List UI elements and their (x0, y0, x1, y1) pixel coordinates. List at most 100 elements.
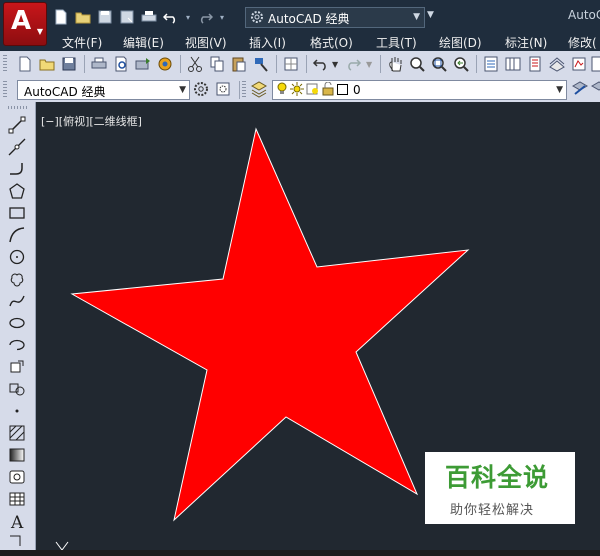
customize-icon[interactable] (214, 80, 232, 98)
plot-icon[interactable] (90, 55, 108, 73)
ellipse-icon[interactable] (8, 314, 26, 332)
polyline-icon[interactable] (8, 160, 26, 178)
menu-edit[interactable]: 编辑(E) (123, 34, 164, 51)
customize-qat-icon[interactable]: ▼ (427, 10, 434, 20)
undo-icon[interactable] (162, 8, 180, 26)
markup-set-icon[interactable] (570, 55, 588, 73)
toolbar-separator (239, 81, 240, 99)
new-file-icon[interactable] (16, 55, 34, 73)
rectangle-icon[interactable] (8, 204, 26, 222)
workspace-name: AutoCAD 经典 (268, 12, 350, 26)
add-selected-icon[interactable] (8, 534, 26, 552)
region-icon[interactable] (8, 468, 26, 486)
redo-icon[interactable] (344, 55, 362, 73)
circle-icon[interactable] (8, 248, 26, 266)
arc-icon[interactable] (8, 226, 26, 244)
standard-toolbar: ▼ ▼ (0, 51, 600, 78)
unlock-icon (322, 81, 334, 99)
block-editor-icon[interactable] (282, 55, 300, 73)
watermark-badge: 百科全说 助你轻松解决 (425, 452, 575, 524)
save-as-icon[interactable] (118, 8, 136, 26)
redo-icon[interactable] (196, 8, 214, 26)
drawing-area[interactable]: [−][俯视][二维线框] 百科全说 助你轻松解决 (36, 102, 600, 550)
pan-icon[interactable] (386, 55, 404, 73)
workspace-dropdown[interactable]: AutoCAD 经典 ▼ (17, 80, 190, 100)
menu-bar: 文件(F) 编辑(E) 视图(V) 插入(I) 格式(O) 工具(T) 绘图(D… (0, 33, 600, 51)
redo-dropdown-icon[interactable]: ▾ (218, 8, 226, 26)
3d-dwf-icon[interactable] (156, 55, 174, 73)
svg-text:A: A (10, 513, 24, 530)
hatch-icon[interactable] (8, 424, 26, 442)
chevron-down-icon: ▼ (36, 27, 43, 36)
red-star-shape[interactable] (70, 127, 470, 522)
workspace-selector[interactable]: AutoCAD 经典 ▼ (245, 7, 425, 28)
new-file-icon[interactable] (52, 8, 70, 26)
layer-dropdown[interactable]: 0 ▼ (272, 80, 567, 100)
menu-file[interactable]: 文件(F) (62, 34, 102, 51)
layer-color-swatch (337, 84, 348, 95)
open-folder-icon[interactable] (74, 8, 92, 26)
print-icon[interactable] (140, 8, 158, 26)
open-folder-icon[interactable] (38, 55, 56, 73)
line-icon[interactable] (8, 116, 26, 134)
window-title: AutoC (568, 8, 600, 22)
application-menu-button[interactable]: A ▼ (3, 2, 47, 46)
menu-dimension[interactable]: 标注(N) (505, 34, 547, 51)
toolbar-separator (276, 55, 277, 73)
make-object-layer-current-icon[interactable] (571, 80, 589, 98)
construction-line-icon[interactable] (8, 138, 26, 156)
design-center-icon[interactable] (504, 55, 522, 73)
layer-properties-icon[interactable] (250, 80, 268, 98)
gear-icon (249, 9, 265, 28)
spline-icon[interactable] (8, 292, 26, 310)
calculator-icon[interactable] (590, 55, 600, 73)
make-block-icon[interactable] (8, 380, 26, 398)
draw-toolbar: A (0, 102, 36, 550)
zoom-previous-icon[interactable] (452, 55, 470, 73)
table-icon[interactable] (8, 490, 26, 508)
plot-preview-icon[interactable] (112, 55, 130, 73)
zoom-window-icon[interactable] (430, 55, 448, 73)
insert-block-icon[interactable] (8, 358, 26, 376)
menu-format[interactable]: 格式(O) (310, 34, 353, 51)
layer-previous-icon[interactable] (590, 80, 600, 98)
toolbar-grip[interactable] (8, 106, 28, 109)
tool-palettes-icon[interactable] (526, 55, 544, 73)
polygon-icon[interactable] (8, 182, 26, 200)
publish-icon[interactable] (134, 55, 152, 73)
menu-draw[interactable]: 绘图(D) (439, 34, 482, 51)
copy-icon[interactable] (208, 55, 226, 73)
revision-cloud-icon[interactable] (8, 270, 26, 288)
zoom-realtime-icon[interactable] (408, 55, 426, 73)
viewport-freeze-icon (306, 82, 320, 99)
toolbar-separator (380, 55, 381, 73)
chevron-down-icon[interactable]: ▼ (366, 60, 374, 78)
watermark-subtitle: 助你轻松解决 (450, 503, 535, 518)
sheet-set-icon[interactable] (548, 55, 566, 73)
chevron-down-icon[interactable]: ▼ (332, 60, 340, 78)
multiline-text-icon[interactable]: A (8, 512, 26, 533)
properties-icon[interactable] (482, 55, 500, 73)
toolbar-separator (180, 55, 181, 73)
paste-icon[interactable] (230, 55, 248, 73)
undo-icon[interactable] (312, 55, 330, 73)
save-icon[interactable] (96, 8, 114, 26)
menu-tools[interactable]: 工具(T) (376, 34, 417, 51)
chevron-down-icon: ▼ (556, 85, 563, 95)
workspace-settings-icon[interactable] (192, 80, 210, 98)
save-icon[interactable] (60, 55, 78, 73)
toolbar-grip[interactable] (242, 81, 246, 98)
undo-dropdown-icon[interactable]: ▾ (184, 8, 192, 26)
quick-access-toolbar: ▾ ▾ (52, 6, 226, 28)
point-icon[interactable] (8, 402, 26, 420)
menu-insert[interactable]: 插入(I) (249, 34, 286, 51)
menu-modify[interactable]: 修改( (568, 34, 597, 51)
ellipse-arc-icon[interactable] (8, 336, 26, 354)
menu-view[interactable]: 视图(V) (185, 34, 227, 51)
lightbulb-icon (276, 82, 288, 99)
match-properties-icon[interactable] (252, 55, 270, 73)
toolbar-grip[interactable] (3, 81, 7, 98)
gradient-icon[interactable] (8, 446, 26, 464)
toolbar-grip[interactable] (3, 55, 7, 72)
cut-icon[interactable] (186, 55, 204, 73)
